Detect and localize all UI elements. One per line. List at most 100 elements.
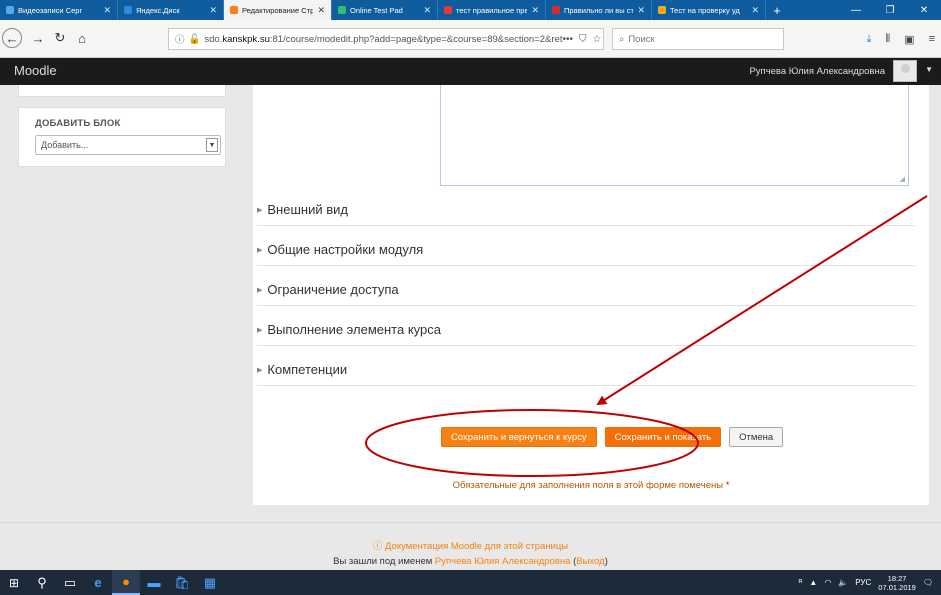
search-icon: ⌕ — [619, 33, 625, 45]
browser-tab[interactable]: Online Test Pad ✕ — [332, 0, 438, 20]
new-tab-button[interactable]: + — [766, 0, 788, 20]
windows-start-icon[interactable]: ⊞ — [0, 570, 28, 595]
page-actions-icon[interactable]: ••• — [562, 34, 573, 45]
restore-icon[interactable]: ❐ — [873, 0, 907, 20]
tab-close-icon[interactable]: ✕ — [103, 5, 111, 16]
tray-chevron-icon[interactable]: ▲ — [809, 578, 817, 587]
tab-title: Тест на проверку уд — [670, 5, 740, 15]
network-icon[interactable]: ◠ — [824, 578, 831, 587]
collapsible-section[interactable]: ▶ Внешний вид — [257, 186, 915, 226]
tab-close-icon[interactable]: ✕ — [751, 5, 759, 16]
avatar[interactable] — [893, 60, 917, 82]
browser-nav-bar: ← → ↻ ⌂ ⓘ 🔓 sdo. kanskpk.su:81/course/mod… — [0, 20, 941, 58]
tab-title: Видеозаписи Серг — [18, 5, 83, 15]
add-block-select[interactable]: Добавить... ▼ — [35, 135, 221, 155]
store-icon[interactable]: 🛍 — [168, 570, 196, 595]
search-box[interactable]: ⌕ Поиск — [612, 28, 784, 50]
menu-icon[interactable]: ≡ — [929, 33, 935, 45]
section-label: Компетенции — [267, 362, 348, 377]
library-icon[interactable]: ⫴ — [886, 33, 891, 46]
expand-triangle-icon: ▶ — [257, 327, 263, 334]
moodle-brand-link[interactable]: Moodle — [14, 63, 57, 78]
tab-close-icon[interactable]: ✕ — [209, 5, 217, 16]
browser-tab[interactable]: Яндекс.Диск ✕ — [118, 0, 224, 20]
logged-in-prefix: Вы зашли под именем — [333, 556, 433, 567]
info-circle-icon: ⓘ — [372, 541, 383, 552]
search-placeholder: Поиск — [628, 33, 655, 45]
tab-favicon-icon — [230, 6, 238, 14]
section-label: Общие настройки модуля — [267, 242, 424, 257]
back-arrow-icon[interactable]: ← — [2, 28, 22, 48]
bookmark-star-icon[interactable]: ☆ — [592, 34, 601, 45]
collapsible-section[interactable]: ▶ Выполнение элемента курса — [257, 306, 915, 346]
tab-title: Правильно ли вы ст — [564, 5, 634, 15]
sidebar-previous-block — [18, 85, 226, 97]
browser-tab[interactable]: Правильно ли вы ст ✕ — [546, 0, 652, 20]
add-block-title: ДОБАВИТЬ БЛОК — [35, 118, 121, 129]
add-block-panel: ДОБАВИТЬ БЛОК Добавить... ▼ — [18, 107, 226, 167]
moodle-header: Moodle Рупчева Юлия Александровна ▼ — [0, 58, 941, 85]
content-textarea[interactable]: ◢ — [440, 85, 909, 186]
reload-icon[interactable]: ↻ — [50, 28, 70, 48]
save-and-display-button[interactable]: Сохранить и показать — [604, 427, 722, 447]
firefox-icon[interactable]: ● — [112, 570, 140, 595]
cancel-button[interactable]: Отмена — [729, 427, 784, 447]
browser-tab[interactable]: Тест на проверку уд ✕ — [652, 0, 766, 20]
address-bar[interactable]: ⓘ 🔓 sdo. kanskpk.su:81/course/modedit.php… — [168, 28, 604, 50]
tab-close-icon[interactable]: ✕ — [531, 5, 539, 16]
edge-browser-icon[interactable]: e — [84, 570, 112, 595]
section-label: Внешний вид — [267, 202, 348, 217]
expand-triangle-icon: ▶ — [257, 287, 263, 294]
info-icon[interactable]: ⓘ — [175, 32, 185, 46]
download-icon[interactable]: ⤓ — [867, 33, 872, 46]
save-and-return-button[interactable]: Сохранить и вернуться к курсу — [441, 427, 597, 447]
notifications-icon[interactable]: 🗨 — [923, 578, 933, 587]
chevron-down-icon: ▼ — [206, 138, 218, 152]
resize-grip-icon[interactable]: ◢ — [900, 175, 905, 183]
tab-close-icon[interactable]: ✕ — [317, 5, 325, 16]
task-view-icon[interactable]: ▭ — [56, 570, 84, 595]
search-icon[interactable]: ⚲ — [28, 570, 56, 595]
main-content: ◢ ▶ Внешний вид ▶ Общие настройки модуля ▶ Ог… — [253, 85, 929, 505]
logout-paren-close: ) — [604, 556, 608, 567]
app-icon[interactable]: ▦ — [196, 570, 224, 595]
collapsible-section[interactable]: ▶ Общие настройки модуля — [257, 226, 915, 266]
browser-tab[interactable]: тест правильное пре ✕ — [438, 0, 546, 20]
language-indicator[interactable]: РУС — [855, 578, 871, 587]
people-icon[interactable]: ᴿ — [799, 578, 803, 587]
collapsible-section[interactable]: ▶ Ограничение доступа — [257, 266, 915, 306]
volume-icon[interactable]: 🔈 — [838, 578, 848, 587]
browser-tab[interactable]: Видеозаписи Серг ✕ — [0, 0, 118, 20]
close-window-icon[interactable]: ✕ — [907, 0, 941, 20]
clock-time: 18:27 — [887, 573, 907, 583]
tab-close-icon[interactable]: ✕ — [637, 5, 645, 16]
tab-title: Яндекс.Диск — [136, 5, 180, 15]
user-menu-caret-icon[interactable]: ▼ — [925, 65, 933, 74]
logout-link[interactable]: Выход — [576, 556, 604, 567]
browser-tab[interactable]: Редактирование Стр ✕ — [224, 0, 332, 20]
docs-link-text[interactable]: Документация Moodle для этой страницы — [385, 541, 568, 552]
url-domain: kanskpk.su — [222, 33, 270, 45]
home-icon[interactable]: ⌂ — [72, 28, 92, 48]
expand-triangle-icon: ▶ — [257, 367, 263, 374]
clock[interactable]: 18:27 07.01.2019 — [878, 574, 916, 592]
docs-link[interactable]: ⓘ Документация Moodle для этой страницы — [0, 538, 941, 552]
required-star-icon: * — [725, 480, 730, 491]
browser-tab-strip: Видеозаписи Серг ✕ Яндекс.Диск ✕ Редактирова… — [0, 0, 941, 20]
sidebar-toggle-icon[interactable]: ▣ — [904, 33, 914, 46]
system-tray: ᴿ ▲ ◠ 🔈 РУС 18:27 07.01.2019 🗨 — [799, 574, 941, 592]
tab-title: Online Test Pad — [350, 5, 403, 15]
tab-favicon-icon — [444, 6, 452, 14]
tab-title: Редактирование Стр — [242, 5, 314, 15]
tab-close-icon[interactable]: ✕ — [423, 5, 431, 16]
required-note-text: Обязательные для заполнения поля в этой … — [452, 480, 724, 491]
forward-arrow-icon[interactable]: → — [28, 28, 48, 48]
tab-favicon-icon — [658, 6, 666, 14]
pocket-icon[interactable]: ⛉ — [579, 34, 587, 45]
minimize-icon[interactable]: — — [839, 0, 873, 20]
logged-in-user-link[interactable]: Рупчева Юлия Александровна — [435, 556, 571, 567]
url-path: :81/course/modedit.php?add=page&type=&co… — [269, 33, 563, 45]
collapsible-section[interactable]: ▶ Компетенции — [257, 346, 915, 386]
file-explorer-icon[interactable]: ▬ — [140, 570, 168, 595]
user-name[interactable]: Рупчева Юлия Александровна — [749, 66, 885, 77]
